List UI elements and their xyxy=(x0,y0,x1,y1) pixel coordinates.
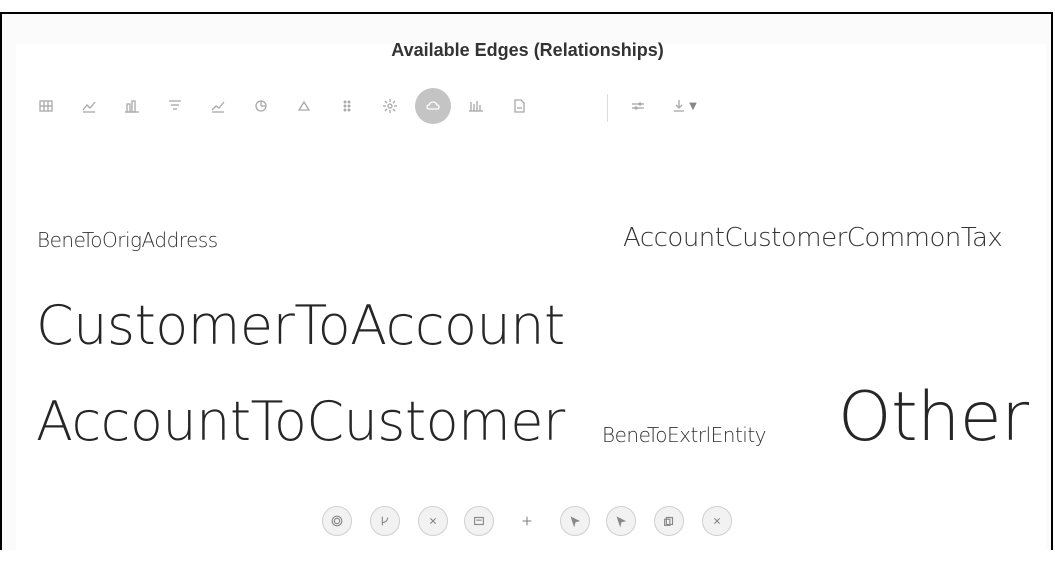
close-icon[interactable] xyxy=(418,506,448,536)
branch-icon[interactable] xyxy=(370,506,400,536)
pie-chart-icon[interactable] xyxy=(243,88,279,124)
visualization-toolbar: ▼ xyxy=(28,88,728,128)
dots-grid-icon[interactable] xyxy=(329,88,365,124)
bar-chart-icon[interactable] xyxy=(114,88,150,124)
report-icon[interactable] xyxy=(501,88,537,124)
cloud-icon[interactable] xyxy=(415,88,451,124)
word-cloud-term[interactable]: BeneToExtrlEntity xyxy=(602,423,767,447)
chevron-down-icon: ▼ xyxy=(689,100,697,112)
sunburst-icon[interactable] xyxy=(372,88,408,124)
settings-icon[interactable] xyxy=(322,506,352,536)
sliders-icon[interactable] xyxy=(620,88,656,124)
line-chart-icon[interactable] xyxy=(71,88,107,124)
plus-icon[interactable] xyxy=(512,506,542,536)
download-icon[interactable]: ▼ xyxy=(662,88,706,124)
pointer-icon[interactable] xyxy=(560,506,590,536)
word-cloud-term[interactable]: AccountCustomerCommonTax xyxy=(623,223,1003,253)
close-icon[interactable] xyxy=(702,506,732,536)
word-cloud-term[interactable]: CustomerToAccount xyxy=(36,294,565,357)
column-chart-icon[interactable] xyxy=(458,88,494,124)
table-icon[interactable] xyxy=(28,88,64,124)
funnel-chart-icon[interactable] xyxy=(157,88,193,124)
pointer-icon[interactable] xyxy=(606,506,636,536)
area-chart-icon[interactable] xyxy=(200,88,236,124)
word-cloud-term[interactable]: AccountToCustomer xyxy=(36,390,565,453)
word-cloud-term[interactable]: BeneToOrigAddress xyxy=(37,228,218,252)
toolbar-separator xyxy=(607,94,608,122)
image-icon[interactable] xyxy=(464,506,494,536)
chart-title: Available Edges (Relationships) xyxy=(391,40,664,60)
copy-icon[interactable] xyxy=(654,506,684,536)
triangle-icon[interactable] xyxy=(286,88,322,124)
word-cloud-term[interactable]: Other xyxy=(838,378,1029,457)
bottom-toolbar xyxy=(320,506,740,542)
